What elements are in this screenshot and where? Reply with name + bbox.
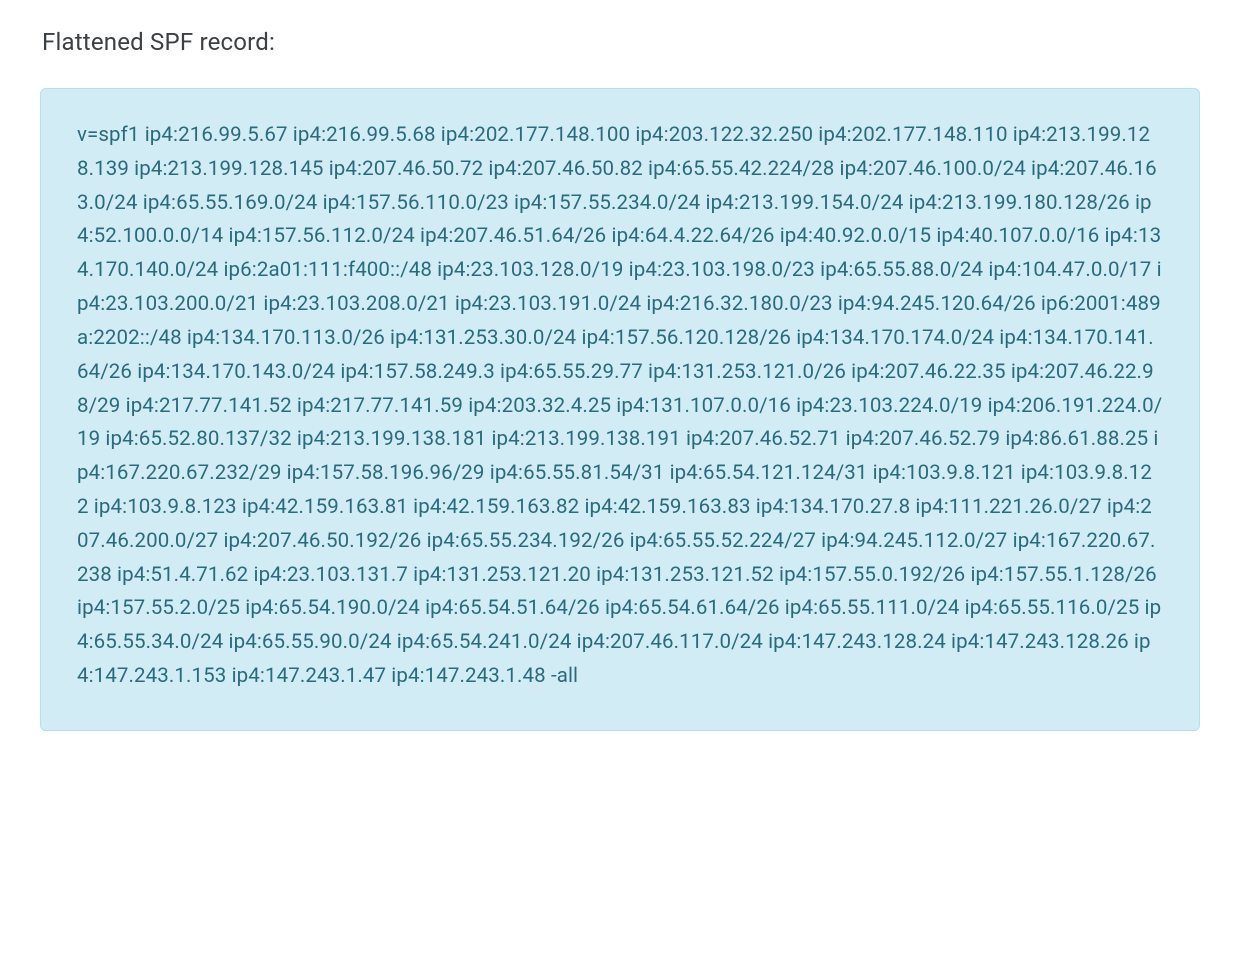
section-heading: Flattened SPF record:: [42, 28, 1200, 56]
spf-record-text: v=spf1 ip4:216.99.5.67 ip4:216.99.5.68 i…: [77, 119, 1163, 694]
spf-record-box: v=spf1 ip4:216.99.5.67 ip4:216.99.5.68 i…: [40, 88, 1200, 731]
page-container: Flattened SPF record: v=spf1 ip4:216.99.…: [0, 0, 1240, 958]
